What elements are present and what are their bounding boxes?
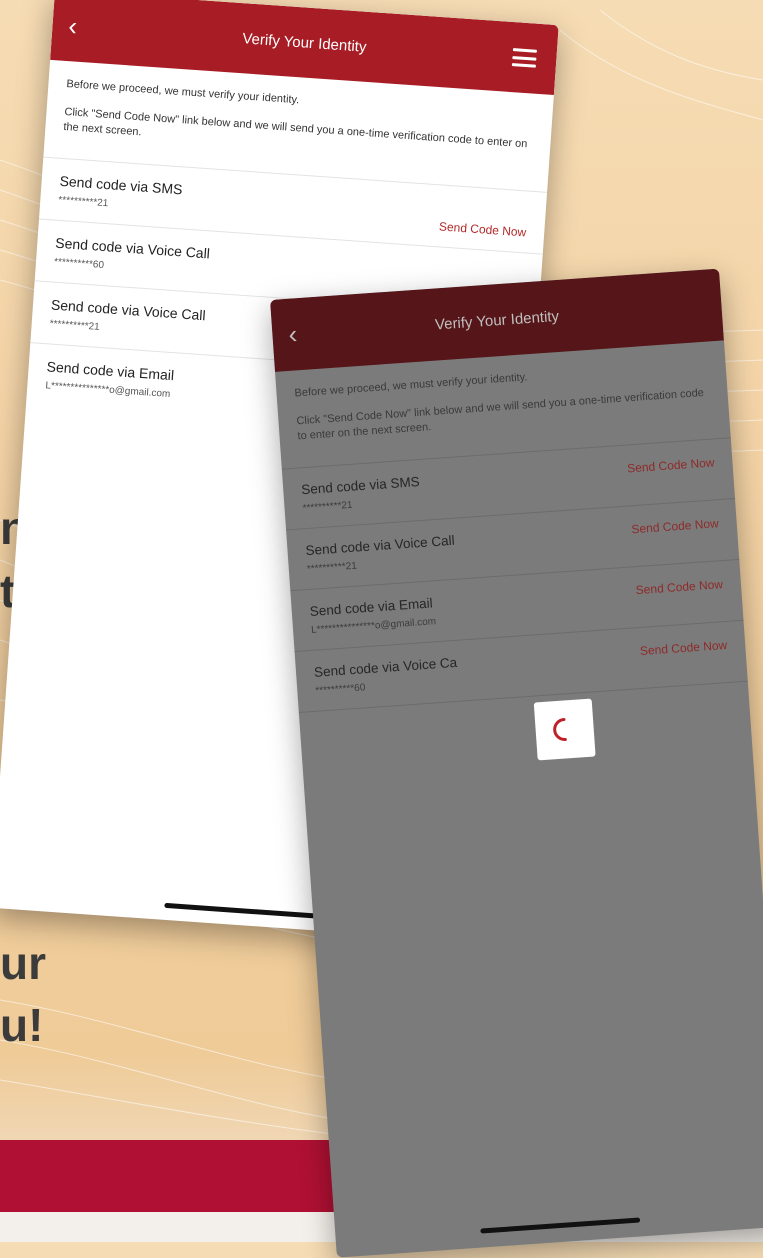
loading-spinner bbox=[533, 698, 596, 761]
background-text-fragment: u! bbox=[0, 999, 44, 1051]
back-chevron-icon[interactable]: ‹ bbox=[67, 11, 79, 43]
hamburger-menu-icon[interactable] bbox=[511, 48, 538, 68]
screen-title: Verify Your Identity bbox=[241, 29, 368, 56]
home-indicator bbox=[163, 902, 324, 919]
send-code-now-link[interactable]: Send Code Now bbox=[439, 219, 527, 239]
spinner-icon bbox=[553, 718, 567, 741]
back-chevron-icon[interactable]: ‹ bbox=[287, 319, 298, 351]
background-text-fragment: ur bbox=[0, 937, 46, 989]
home-indicator bbox=[480, 1217, 641, 1234]
screen-title: Verify Your Identity bbox=[434, 307, 560, 334]
front-phone-screen: ‹ Verify Your Identity Before we proceed… bbox=[270, 268, 763, 1258]
